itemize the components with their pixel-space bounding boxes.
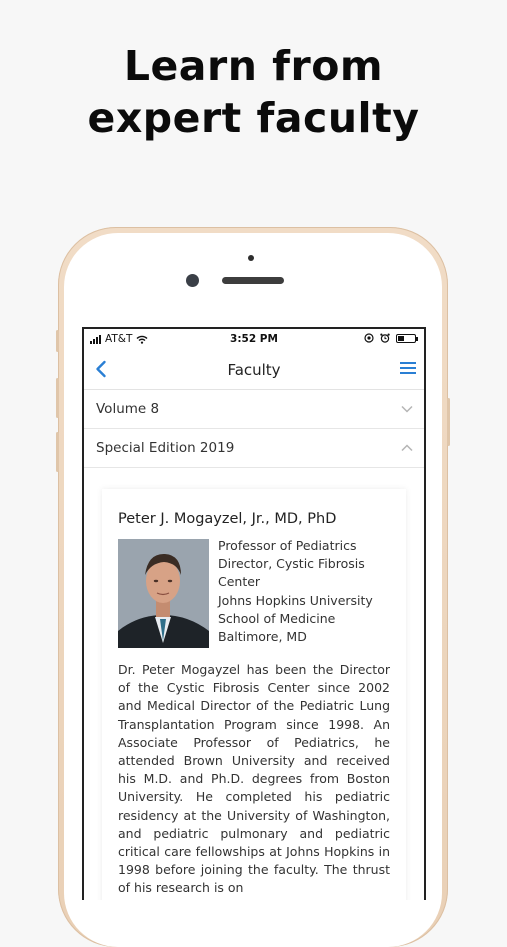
faculty-bio: Dr. Peter Mogayzel has been the Director… [118, 662, 390, 896]
affiliation-line: Director, Cystic Fibrosis [218, 556, 365, 572]
app-screen: AT&T 3:52 PM Faculty Volume 8 Special Ed… [84, 329, 424, 900]
volume-up-button [56, 378, 59, 418]
mute-switch [56, 330, 59, 352]
headline-line-2: expert faculty [87, 94, 420, 142]
location-lock-icon [364, 333, 374, 343]
promo-headline: Learn from expert faculty [0, 40, 507, 144]
menu-icon[interactable] [400, 361, 416, 375]
front-camera [186, 274, 199, 287]
portrait-image [118, 539, 209, 648]
faculty-card: Peter J. Mogayzel, Jr., MD, PhD Professo… [102, 489, 406, 900]
nav-bar: Faculty [84, 351, 424, 390]
faculty-name: Peter J. Mogayzel, Jr., MD, PhD [118, 511, 337, 527]
chevron-up-icon [401, 444, 413, 452]
earpiece-speaker [222, 277, 284, 284]
alarm-icon [380, 333, 390, 343]
power-button [447, 398, 450, 446]
page-title: Faculty [227, 361, 281, 379]
affiliation-line: Center [218, 574, 261, 590]
faculty-photo [118, 539, 209, 648]
accordion-label: Volume 8 [96, 401, 160, 417]
faculty-affiliation: Professor of Pediatrics Director, Cystic… [218, 537, 373, 646]
status-right [364, 333, 418, 343]
battery-icon [396, 333, 418, 343]
phone-screen: AT&T 3:52 PM Faculty Volume 8 Special Ed… [82, 327, 426, 900]
chevron-down-icon [401, 405, 413, 413]
headline-line-1: Learn from [123, 42, 384, 90]
proximity-sensor [248, 255, 254, 261]
affiliation-line: School of Medicine [218, 610, 336, 626]
affiliation-line: Johns Hopkins University [218, 592, 373, 608]
volume-down-button [56, 432, 59, 472]
affiliation-line: Professor of Pediatrics [218, 538, 357, 553]
accordion-volume-8[interactable]: Volume 8 [84, 390, 424, 429]
status-bar: AT&T 3:52 PM [84, 329, 424, 351]
accordion-label: Special Edition 2019 [96, 440, 235, 456]
affiliation-line: Baltimore, MD [218, 629, 307, 645]
accordion-special-edition-2019[interactable]: Special Edition 2019 [84, 429, 424, 468]
